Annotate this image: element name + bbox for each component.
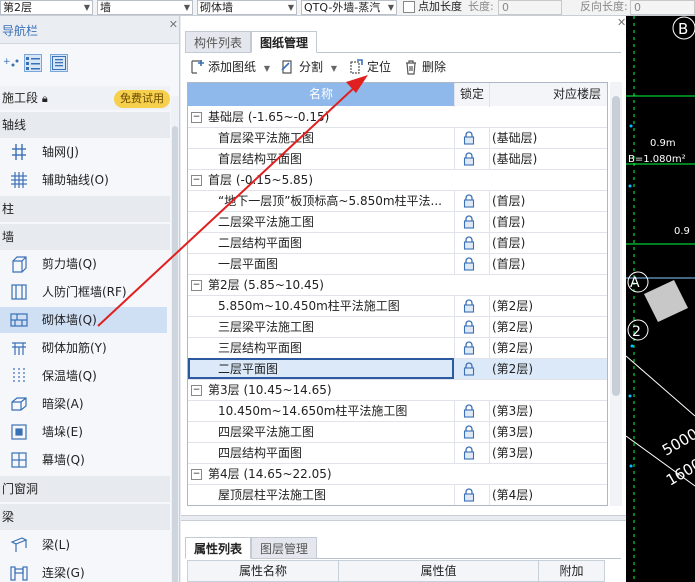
annotation-arrow xyxy=(97,75,368,327)
